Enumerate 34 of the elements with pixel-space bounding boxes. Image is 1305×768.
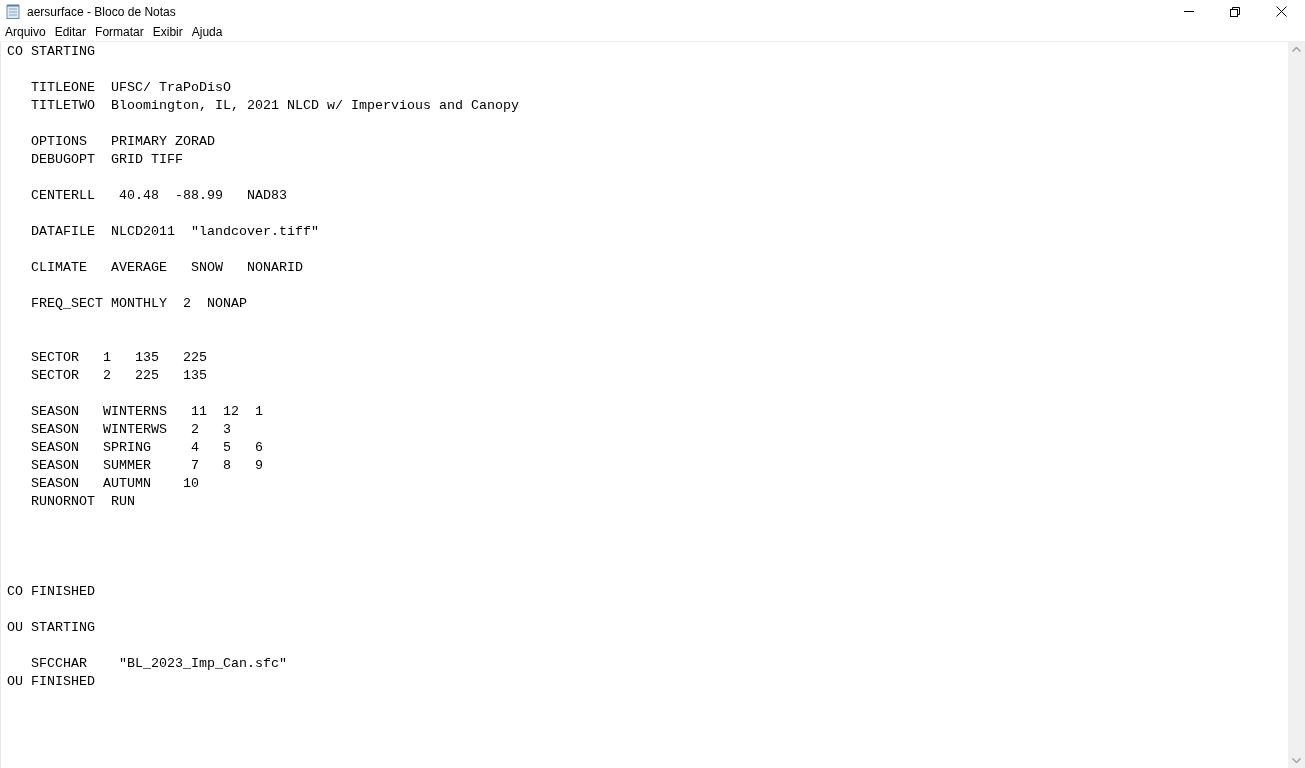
scroll-up-icon[interactable] (1292, 47, 1301, 52)
menu-item[interactable]: Ajuda (187, 22, 227, 42)
text-line: TITLETWO Bloomington, IL, 2021 NLCD w/ Impervious and Canopy (30, 97, 519, 115)
text-line: SECTOR 1 135 225 (30, 349, 207, 367)
restore-icon (1230, 6, 1240, 17)
scroll-down-icon[interactable] (1292, 758, 1301, 763)
menu-item[interactable]: Editar (50, 22, 91, 42)
text-line: RUNORNOT RUN (30, 493, 135, 511)
text-line: TITLEONE UFSC/ TraPoDisO (30, 79, 231, 97)
text-line: CO FINISHED (7, 583, 95, 601)
menu-item[interactable]: Exibir (148, 22, 187, 42)
text-line: CLIMATE AVERAGE SNOW NONARID (30, 259, 303, 277)
text-line: CENTERLL 40.48 -88.99 NAD83 (30, 187, 287, 205)
text-line: SEASON AUTUMN 10 (30, 475, 199, 493)
scrollbar[interactable] (1288, 42, 1305, 768)
text-line: DEBUGOPT GRID TIFF (30, 151, 183, 169)
close-icon (1275, 6, 1287, 17)
window-title: aersurface - Bloco de Notas (27, 3, 176, 21)
text-line: SEASON SPRING 4 5 6 (30, 439, 263, 457)
notepad-icon (5, 3, 21, 20)
text-line: SFCCHAR "BL_2023_Imp_Can.sfc" (30, 655, 287, 673)
text-line: SEASON WINTERWS 2 3 (30, 421, 231, 439)
text-line: OU FINISHED (7, 673, 95, 691)
text-line: SEASON WINTERNS 11 12 1 (30, 403, 263, 421)
text-line: FREQ_SECT MONTHLY 2 NONAP (30, 295, 247, 313)
menu-item[interactable]: Formatar (91, 22, 148, 42)
menu-item[interactable]: Arquivo (1, 22, 50, 42)
text-line: SECTOR 2 225 135 (30, 367, 207, 385)
text-line: OU STARTING (7, 619, 95, 637)
minimize-icon (1184, 11, 1194, 12)
text-line: CO STARTING (7, 43, 95, 61)
text-line: SEASON SUMMER 7 8 9 (30, 457, 263, 475)
text-line: OPTIONS PRIMARY ZORAD (30, 133, 215, 151)
text-line: DATAFILE NLCD2011 "landcover.tiff" (30, 223, 319, 241)
